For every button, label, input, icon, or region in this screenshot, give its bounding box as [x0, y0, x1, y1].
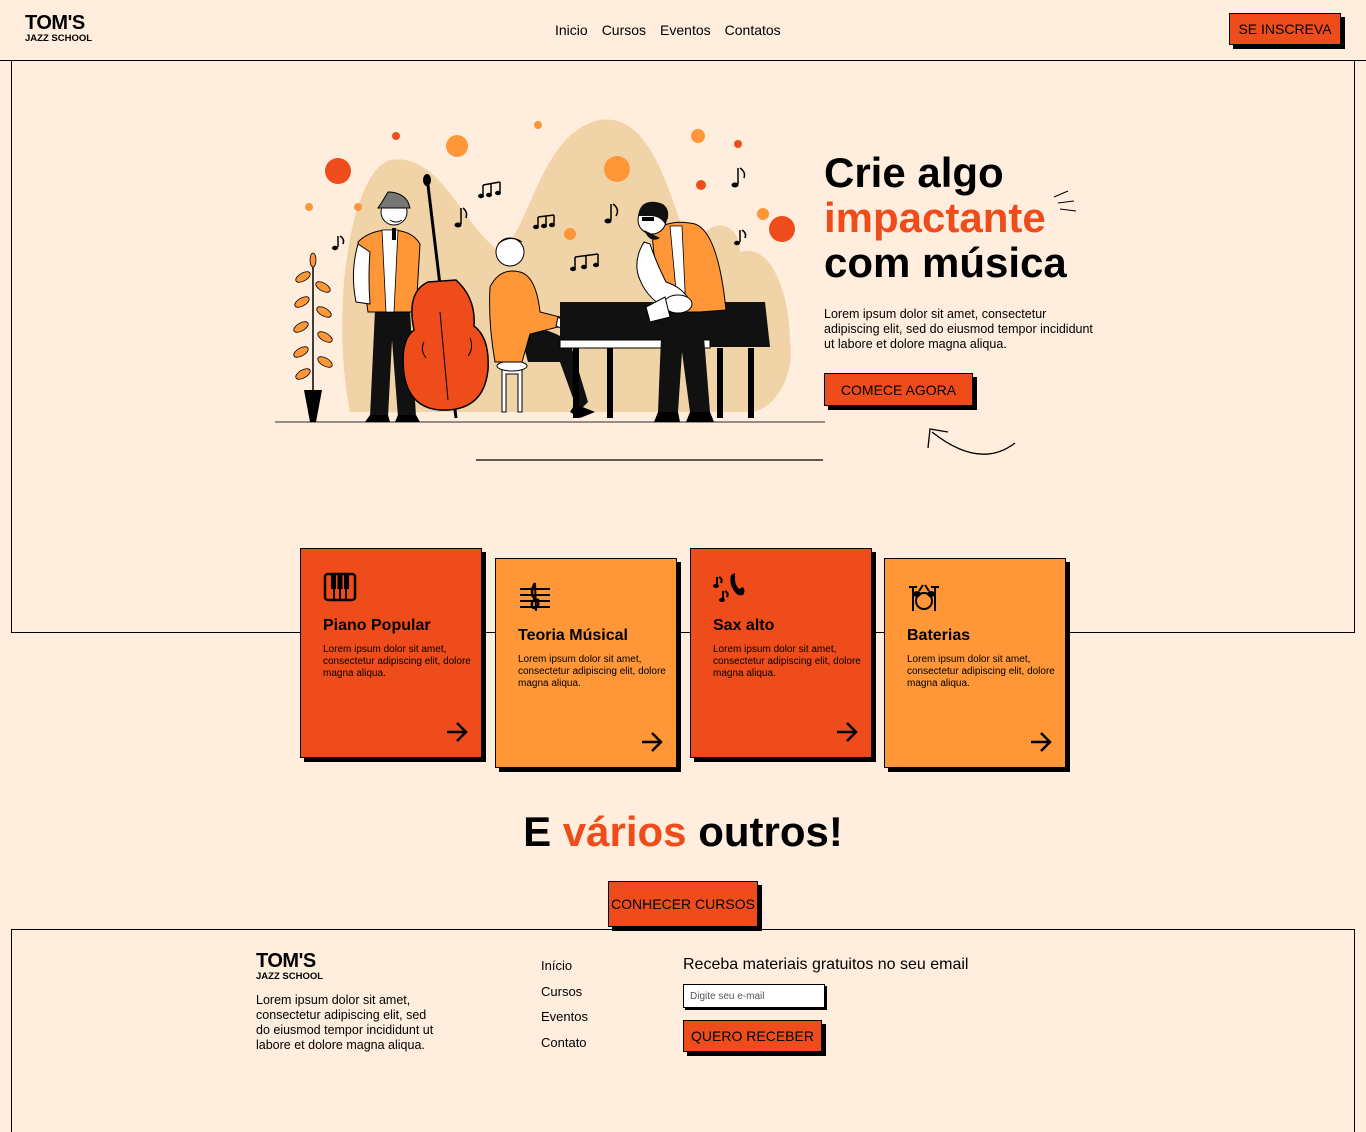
card-title: Sax alto: [713, 617, 775, 634]
hero-title-accent: impactante: [824, 194, 1046, 241]
nav-link-cursos[interactable]: Cursos: [602, 22, 646, 38]
logo[interactable]: TOM'S JAZZ SCHOOL: [25, 13, 92, 44]
site-header: TOM'S JAZZ SCHOOL Inicio Cursos Eventos …: [0, 0, 1366, 61]
main-nav: Inicio Cursos Eventos Contatos: [555, 22, 781, 38]
card-title: Baterias: [907, 627, 971, 644]
start-now-button[interactable]: COMECE AGORA: [824, 373, 973, 406]
nav-link-eventos[interactable]: Eventos: [660, 22, 711, 38]
footer-logo-title: TOM'S: [256, 950, 316, 972]
arrow-right-icon[interactable]: [1029, 731, 1053, 753]
newsletter-title: Receba materiais gratuitos no seu email: [683, 956, 969, 973]
arrow-right-icon[interactable]: [835, 721, 859, 743]
footer-nav: Início Cursos Eventos Contato: [541, 958, 588, 1061]
card-description: Lorem ipsum dolor sit amet, consectetur …: [907, 654, 1055, 689]
drums-icon: [909, 584, 939, 611]
hero-title: Crie algo impactante com música: [824, 150, 1124, 285]
hero-title-line3: com música: [824, 239, 1067, 286]
piano-icon: [323, 572, 357, 602]
music-staff-icon: [520, 582, 550, 612]
card-description: Lorem ipsum dolor sit amet, consectetur …: [323, 644, 471, 679]
course-card-piano[interactable]: Piano Popular Lorem ipsum dolor sit amet…: [300, 548, 482, 758]
card-title: Teoria Músical: [518, 627, 628, 644]
card-description: Lorem ipsum dolor sit amet, consectetur …: [518, 654, 666, 689]
others-prefix: E: [523, 808, 552, 855]
hero-title-line1: Crie algo: [824, 149, 1004, 196]
logo-title: TOM'S: [25, 12, 85, 34]
course-card-theory[interactable]: Teoria Músical Lorem ipsum dolor sit ame…: [495, 558, 677, 768]
footer-link-contato[interactable]: Contato: [541, 1035, 588, 1061]
footer-description: Lorem ipsum dolor sit amet, consectetur …: [256, 993, 434, 1052]
nav-link-contatos[interactable]: Contatos: [725, 22, 781, 38]
arrow-right-icon[interactable]: [445, 721, 469, 743]
others-accent: vários: [562, 808, 687, 855]
footer-logo[interactable]: TOM'S JAZZ SCHOOL: [256, 951, 323, 982]
saxophone-icon: [713, 573, 745, 602]
arrow-right-icon[interactable]: [640, 731, 664, 753]
curved-arrow-icon: [927, 428, 1016, 455]
footer-logo-subtitle: JAZZ SCHOOL: [256, 971, 324, 982]
signup-button[interactable]: SE INSCREVA: [1229, 13, 1341, 45]
footer-link-eventos[interactable]: Eventos: [541, 1009, 588, 1035]
card-description: Lorem ipsum dolor sit amet, consectetur …: [713, 644, 861, 679]
others-suffix: outros!: [698, 808, 843, 855]
card-title: Piano Popular: [323, 617, 431, 634]
hero-description: Lorem ipsum dolor sit amet, consectetur …: [824, 307, 1093, 351]
logo-subtitle: JAZZ SCHOOL: [25, 33, 93, 44]
jazz-band-illustration: [275, 119, 825, 461]
nav-link-inicio[interactable]: Inicio: [555, 22, 588, 38]
course-card-drums[interactable]: Baterias Lorem ipsum dolor sit amet, con…: [884, 558, 1066, 768]
see-courses-button[interactable]: CONHECER CURSOS: [608, 881, 758, 927]
footer-link-inicio[interactable]: Início: [541, 958, 588, 984]
footer-link-cursos[interactable]: Cursos: [541, 984, 588, 1010]
others-heading: E vários outros!: [0, 808, 1366, 856]
email-field[interactable]: [683, 984, 825, 1008]
subscribe-button[interactable]: QUERO RECEBER: [683, 1020, 822, 1052]
course-card-sax[interactable]: Sax alto Lorem ipsum dolor sit amet, con…: [690, 548, 872, 758]
